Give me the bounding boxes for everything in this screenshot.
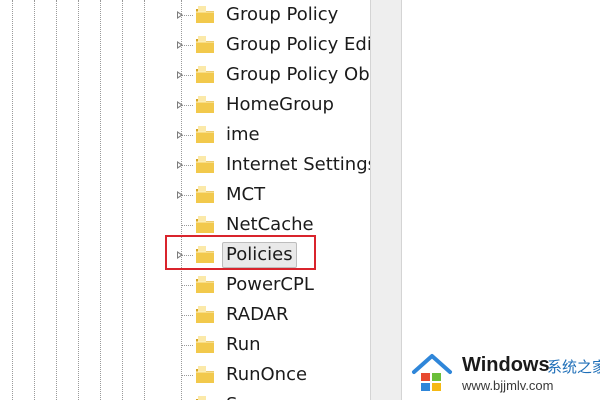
tree-guide-line [181,0,182,400]
tree-item-label: S [226,391,237,400]
watermark-title: Windows [462,354,550,376]
expand-arrow-icon[interactable] [177,71,183,79]
folder-icon [196,366,214,383]
tree-item[interactable]: Group Policy Edi [194,31,370,59]
expand-arrow-icon[interactable] [177,41,183,49]
tree-guide-line [12,0,13,400]
tree-item-label: Group Policy Ob [226,64,370,85]
tree-item[interactable]: RunOnce [194,361,370,389]
tree-connector [181,375,193,376]
folder-icon [196,156,214,173]
tree-item-label: Internet Settings [226,154,370,175]
registry-tree-pane[interactable]: Group Policy Group Policy Edi Group Policy… [0,0,370,400]
folder-icon [196,66,214,83]
expand-arrow-icon[interactable] [177,161,183,169]
tree-guide-line [122,0,123,400]
tree-connector [181,345,193,346]
folder-icon [196,336,214,353]
tree-item-label: MCT [226,184,266,205]
pane-splitter[interactable] [370,0,402,400]
site-watermark: Windows 系统之家 www.bjjmlv.com [410,350,600,396]
tree-item-label: Run [226,334,261,355]
tree-item-label: RunOnce [226,364,308,385]
tree-guide-line [78,0,79,400]
tree-item[interactable]: MCT [194,181,370,209]
tree-item[interactable]: ime [194,121,370,149]
watermark-url: www.bjjmlv.com [462,378,554,393]
tree-item[interactable]: RADAR [194,301,370,329]
folder-icon [196,6,214,23]
tree-item[interactable]: Group Policy [194,1,370,29]
tree-guide-line [144,0,145,400]
tree-item-label: ime [226,124,260,145]
tree-item-label: HomeGroup [226,94,334,115]
values-pane[interactable] [402,0,600,400]
tree-item-label: Group Policy [226,4,339,25]
folder-icon [196,36,214,53]
folder-icon [196,396,206,400]
tree-item-label: PowerCPL [226,274,314,295]
folder-icon [196,216,214,233]
tree-item-label: RADAR [226,304,289,325]
watermark-title-cn: 系统之家 [547,358,600,376]
expand-arrow-icon[interactable] [177,11,183,19]
folder-icon [196,186,214,203]
tree-item-label: Group Policy Edi [226,34,370,55]
folder-icon [196,306,214,323]
tree-connector [181,285,193,286]
expand-arrow-icon[interactable] [177,131,183,139]
tree-connector [181,225,193,226]
folder-icon [196,96,214,113]
highlight-box [165,235,316,270]
tree-item[interactable]: HomeGroup [194,91,370,119]
tree-item[interactable]: Group Policy Ob [194,61,370,89]
expand-arrow-icon[interactable] [177,101,183,109]
tree-item[interactable]: Run [194,331,370,359]
tree-connector [181,315,193,316]
expand-arrow-icon[interactable] [177,191,183,199]
tree-item[interactable]: S [194,391,370,400]
tree-guide-line [56,0,57,400]
folder-icon [196,276,214,293]
folder-icon [196,126,214,143]
tree-item[interactable]: Internet Settings [194,151,370,179]
windows-house-logo-icon [412,354,452,391]
tree-guide-line [34,0,35,400]
tree-item[interactable]: PowerCPL [194,271,370,299]
tree-guide-line [100,0,101,400]
